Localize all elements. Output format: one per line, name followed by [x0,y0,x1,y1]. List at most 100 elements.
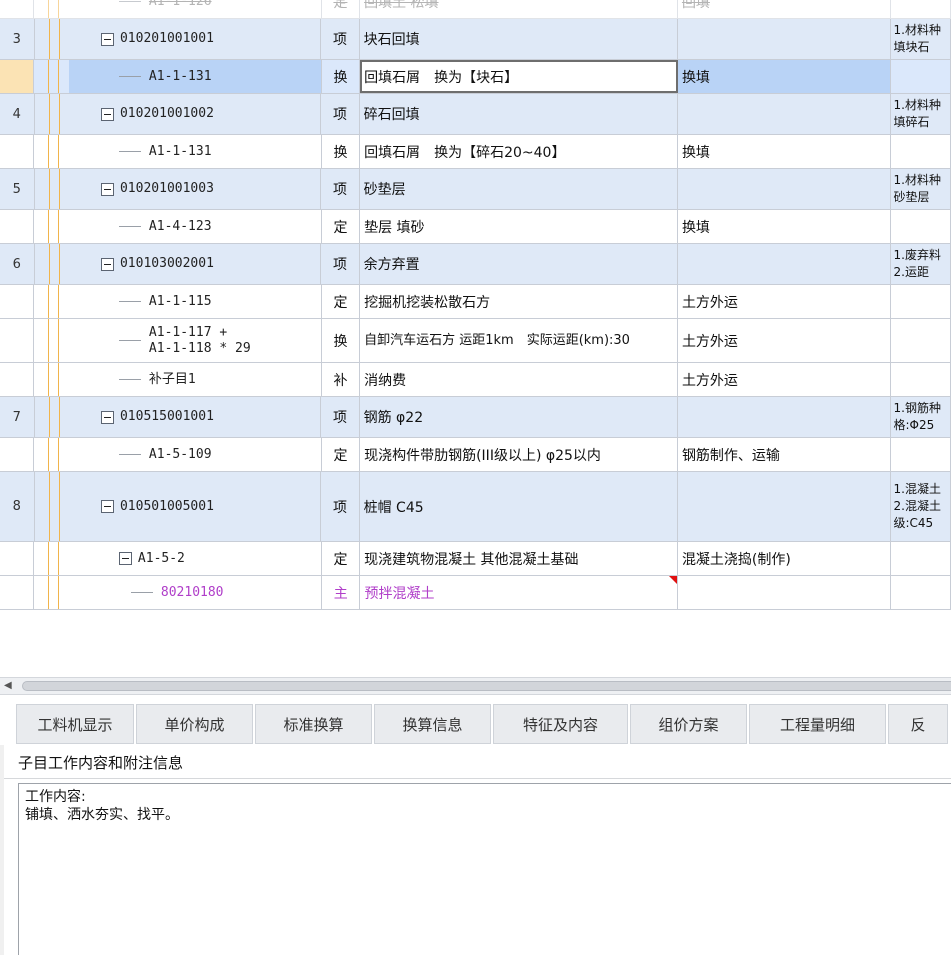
name-cell[interactable]: 垫层 填砂 [360,210,678,243]
work-content-cell[interactable]: 钢筋制作、运输 [678,438,891,471]
feature-cell[interactable] [891,210,951,243]
category-cell[interactable]: 项 [321,94,360,134]
category-cell[interactable]: 项 [321,169,360,209]
quota-row[interactable]: A1-5-2 定现浇建筑物混凝土 其他混凝土基础 混凝土浇捣(制作) [0,542,951,576]
collapse-icon[interactable] [100,182,114,196]
work-content-cell[interactable]: 回填 [678,0,891,18]
name-cell[interactable]: 碎石回填 [360,94,678,134]
collapse-icon[interactable] [100,32,114,46]
category-cell[interactable]: 换 [322,60,361,93]
feature-cell[interactable] [891,542,951,575]
work-content-cell[interactable]: 混凝土浇捣(制作) [678,542,891,575]
name-cell[interactable]: 自卸汽车运石方 运距1km 实际运距(km):30 [360,319,678,362]
code-cell[interactable]: 010515001001 [69,397,322,437]
bill-item-row[interactable]: 6 010103002001 项余方弃置 1.废弃料 2.运距 [0,244,951,285]
tab-2[interactable]: 标准换算 [255,704,372,744]
code-cell[interactable]: A1-5-109 [69,438,322,471]
name-cell[interactable]: 钢筋 φ22 [360,397,678,437]
code-cell[interactable]: A1-1-131 [69,135,322,168]
category-cell[interactable]: 定 [322,542,361,575]
collapse-icon[interactable] [100,257,114,271]
bill-item-row[interactable]: 4 010201001002 项碎石回填 1.材料种 填碎石 [0,94,951,135]
name-cell[interactable]: 余方弃置 [360,244,678,284]
category-cell[interactable]: 补 [322,363,361,396]
work-content-cell[interactable]: 土方外运 [678,319,891,362]
feature-cell[interactable] [891,438,951,471]
scrollbar-thumb[interactable] [22,681,951,691]
name-cell[interactable]: 预拌混凝土 [360,576,679,609]
name-cell[interactable]: 现浇构件带肋钢筋(III级以上) φ25以内 [360,438,678,471]
work-content-cell[interactable]: 换填 [678,210,891,243]
code-cell[interactable]: A1-1-126 [69,0,322,18]
quota-row[interactable]: A1-1-131 换回填石屑 换为【碎石20~40】 换填 [0,135,951,169]
name-cell[interactable]: 回填土 松填 [360,0,678,18]
work-content-cell[interactable] [678,19,891,59]
tab-0[interactable]: 工料机显示 [16,704,134,744]
work-content-cell[interactable]: 土方外运 [678,285,891,318]
work-content-cell[interactable]: 换填 [678,135,891,168]
category-cell[interactable]: 项 [321,244,360,284]
work-content-cell[interactable]: 土方外运 [678,363,891,396]
quota-row[interactable]: A1-5-109 定现浇构件带肋钢筋(III级以上) φ25以内 钢筋制作、运输 [0,438,951,472]
scroll-left-arrow-icon[interactable]: ◀ [4,680,12,691]
name-cell[interactable]: 回填石屑 换为【块石】 [360,60,678,93]
feature-cell[interactable] [891,576,951,609]
bill-item-row[interactable]: 8 010501005001 项桩帽 C45 1.混凝土 2.混凝土 级:C45 [0,472,951,542]
category-cell[interactable]: 项 [321,472,360,541]
work-content-cell[interactable] [678,576,891,609]
category-cell[interactable]: 项 [321,397,360,437]
feature-cell[interactable]: 1.材料种 填块石 [891,19,951,59]
collapse-icon[interactable] [100,410,114,424]
name-cell[interactable]: 桩帽 C45 [360,472,678,541]
work-content-cell[interactable]: 换填 [677,60,891,93]
code-cell[interactable]: A1-1-115 [69,285,322,318]
category-cell[interactable]: 换 [322,319,361,362]
name-cell[interactable]: 块石回填 [360,19,678,59]
quota-row[interactable]: A1-1-115 定挖掘机挖装松散石方 土方外运 [0,285,951,319]
quota-row[interactable]: 补子目1 补消纳费 土方外运 [0,363,951,397]
feature-cell[interactable] [891,0,951,18]
category-cell[interactable]: 换 [322,135,361,168]
name-cell[interactable]: 挖掘机挖装松散石方 [360,285,678,318]
work-content-cell[interactable] [678,472,891,541]
work-content-cell[interactable] [678,397,891,437]
collapse-icon[interactable] [118,552,132,565]
feature-cell[interactable] [891,135,951,168]
feature-cell[interactable] [891,319,951,362]
code-cell[interactable]: A1-4-123 [69,210,322,243]
bill-item-row[interactable]: 3 010201001001 项块石回填 1.材料种 填块石 [0,19,951,60]
bill-item-row[interactable]: 7 010515001001 项钢筋 φ22 1.钢筋种 格:Φ25 [0,397,951,438]
code-cell[interactable]: A1-5-2 [69,542,322,575]
feature-cell[interactable]: 1.混凝土 2.混凝土 级:C45 [891,472,951,541]
collapse-icon[interactable] [100,107,114,121]
quota-row[interactable]: A1-1-126 定回填土 松填 回填 [0,0,951,19]
bill-grid[interactable]: A1-1-126 定回填土 松填 回填 3 010201001001 项块石回填 1.材料种… [0,0,951,670]
feature-cell[interactable] [891,60,951,93]
work-content-cell[interactable] [678,169,891,209]
name-cell[interactable]: 消纳费 [360,363,678,396]
horizontal-scrollbar[interactable]: ◀ [0,677,951,695]
code-cell[interactable]: 010201001003 [69,169,322,209]
name-cell[interactable]: 现浇建筑物混凝土 其他混凝土基础 [360,542,678,575]
category-cell[interactable]: 主 [322,576,361,609]
feature-cell[interactable]: 1.材料种 填碎石 [891,94,951,134]
category-cell[interactable]: 定 [322,285,361,318]
name-cell[interactable]: 回填石屑 换为【碎石20~40】 [360,135,678,168]
tab-1[interactable]: 单价构成 [136,704,253,744]
quota-row[interactable]: A1-1-131 换回填石屑 换为【块石】 换填 [0,60,951,94]
name-cell[interactable]: 砂垫层 [360,169,678,209]
tab-3[interactable]: 换算信息 [374,704,491,744]
category-cell[interactable]: 定 [322,0,361,18]
code-cell[interactable]: 80210180 [69,576,323,609]
quota-row[interactable]: 80210180 主预拌混凝土 [0,576,951,610]
feature-cell[interactable]: 1.钢筋种 格:Φ25 [891,397,951,437]
category-cell[interactable]: 项 [321,19,360,59]
code-cell[interactable]: 010201001001 [69,19,322,59]
feature-cell[interactable] [891,363,951,396]
feature-cell[interactable] [891,285,951,318]
code-cell[interactable]: 010201001002 [69,94,322,134]
feature-cell[interactable]: 1.材料种 砂垫层 [891,169,951,209]
quota-row[interactable]: A1-4-123 定垫层 填砂 换填 [0,210,951,244]
bill-item-row[interactable]: 5 010201001003 项砂垫层 1.材料种 砂垫层 [0,169,951,210]
collapse-icon[interactable] [100,500,114,513]
